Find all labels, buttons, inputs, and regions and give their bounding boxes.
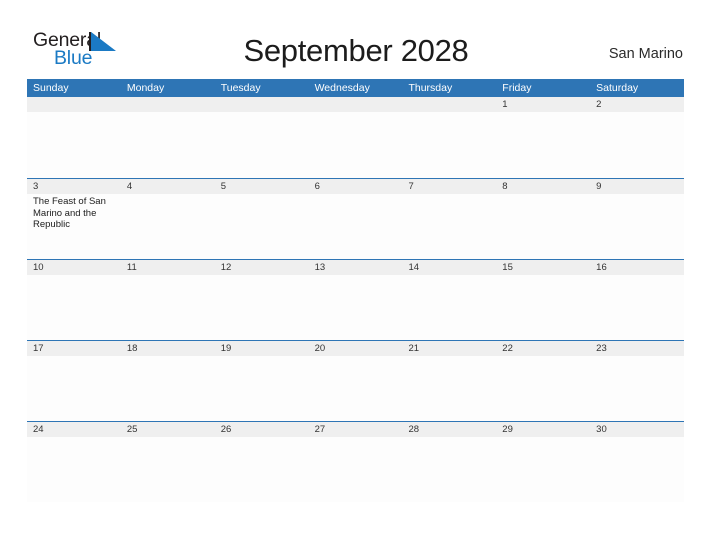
calendar-day-cell[interactable]: 28	[402, 422, 497, 502]
day-number: 11	[120, 260, 215, 275]
calendar-day-cell[interactable]: 4	[120, 179, 215, 259]
day-number: 15	[496, 260, 591, 275]
calendar-day-cell[interactable]: 16	[590, 260, 685, 340]
day-number: 1	[496, 97, 591, 112]
weekday-header-saturday: Saturday	[596, 82, 639, 94]
calendar-page: General Blue September 2028 San Marino S…	[0, 0, 712, 550]
day-number: 13	[308, 260, 403, 275]
calendar-day-cell[interactable]: 18	[120, 341, 215, 421]
calendar-day-cell[interactable]: 27	[308, 422, 403, 502]
calendar-day-cell[interactable]: 8	[496, 179, 591, 259]
region-label: San Marino	[608, 46, 683, 62]
page-title: September 2028	[243, 33, 469, 68]
calendar-day-cell[interactable]: 3 The Feast of San Marino and the Republi…	[27, 179, 121, 259]
weekday-header-tuesday: Tuesday	[220, 82, 261, 94]
day-number: 26	[214, 422, 309, 437]
calendar-day-cell[interactable]: 13	[308, 260, 403, 340]
day-number: 29	[496, 422, 591, 437]
calendar-day-cell[interactable]: 5	[214, 179, 309, 259]
calendar-day-cell[interactable]: 15	[496, 260, 591, 340]
calendar-day-cell[interactable]: 30	[590, 422, 685, 502]
calendar-week-row: 3 The Feast of San Marino and the Republi…	[27, 178, 685, 259]
day-number	[27, 97, 121, 112]
calendar-weeks: 1 2 3 The Feast of San Marino and the Repub…	[27, 97, 685, 502]
calendar-day-cell[interactable]: 26	[214, 422, 309, 502]
calendar-day-cell-empty	[214, 97, 309, 178]
day-number: 9	[590, 179, 685, 194]
calendar-day-cell[interactable]: 24	[27, 422, 121, 502]
day-number: 27	[308, 422, 403, 437]
day-number: 14	[402, 260, 497, 275]
day-number	[214, 97, 309, 112]
calendar-day-cell-empty	[120, 97, 215, 178]
day-number: 25	[120, 422, 215, 437]
calendar-day-cell[interactable]: 14	[402, 260, 497, 340]
day-number: 22	[496, 341, 591, 356]
day-number: 7	[402, 179, 497, 194]
weekday-header-thursday: Thursday	[408, 82, 453, 94]
calendar-grid: Sunday Monday Tuesday Wednesday Thursday…	[27, 79, 685, 502]
calendar-day-cell[interactable]: 7	[402, 179, 497, 259]
day-number: 6	[308, 179, 403, 194]
weekday-header-wednesday: Wednesday	[314, 82, 370, 94]
calendar-day-cell[interactable]: 21	[402, 341, 497, 421]
calendar-day-cell[interactable]: 19	[214, 341, 309, 421]
calendar-day-cell-empty	[27, 97, 121, 178]
day-number	[120, 97, 215, 112]
calendar-week-row: 17 18 19 20 21 22 23	[27, 340, 685, 421]
day-number: 10	[27, 260, 121, 275]
calendar-week-row: 10 11 12 13 14 15 16	[27, 259, 685, 340]
weekday-header-friday: Friday	[502, 82, 532, 94]
weekday-header-row: Sunday Monday Tuesday Wednesday Thursday…	[27, 79, 684, 97]
day-number: 24	[27, 422, 121, 437]
weekday-header-sunday: Sunday	[33, 82, 69, 94]
calendar-day-cell[interactable]: 2	[590, 97, 685, 178]
calendar-day-cell-empty	[402, 97, 497, 178]
calendar-day-cell[interactable]: 12	[214, 260, 309, 340]
day-number: 28	[402, 422, 497, 437]
calendar-day-cell[interactable]: 1	[496, 97, 591, 178]
day-number: 3	[27, 179, 121, 194]
day-number: 21	[402, 341, 497, 356]
calendar-day-cell[interactable]: 23	[590, 341, 685, 421]
calendar-week-row: 12	[27, 97, 685, 178]
holiday-event-label: The Feast of San Marino and the Republic	[33, 196, 106, 231]
day-number: 8	[496, 179, 591, 194]
calendar-day-cell[interactable]: 11	[120, 260, 215, 340]
calendar-day-cell[interactable]: 25	[120, 422, 215, 502]
day-number: 19	[214, 341, 309, 356]
calendar-day-cell[interactable]: 9	[590, 179, 685, 259]
day-number: 30	[590, 422, 685, 437]
calendar-day-cell[interactable]: 6	[308, 179, 403, 259]
day-number: 17	[27, 341, 121, 356]
calendar-day-cell[interactable]: 29	[496, 422, 591, 502]
day-number: 4	[120, 179, 215, 194]
day-number: 12	[214, 260, 309, 275]
day-number: 20	[308, 341, 403, 356]
calendar-day-cell[interactable]: 20	[308, 341, 403, 421]
day-number: 23	[590, 341, 685, 356]
day-number	[402, 97, 497, 112]
day-number: 2	[590, 97, 685, 112]
day-number: 5	[214, 179, 309, 194]
calendar-day-cell[interactable]: 22	[496, 341, 591, 421]
page-header: General Blue September 2028 San Marino	[0, 0, 712, 78]
calendar-day-cell-empty	[308, 97, 403, 178]
calendar-day-cell[interactable]: 10	[27, 260, 121, 340]
weekday-header-monday: Monday	[126, 82, 165, 94]
calendar-day-cell[interactable]: 17	[27, 341, 121, 421]
day-number	[308, 97, 403, 112]
day-events: The Feast of San Marino and the Republic	[27, 194, 121, 231]
day-number: 18	[120, 341, 215, 356]
calendar-week-row: 24 25 26 27 28 29 30	[27, 421, 685, 502]
day-number: 16	[590, 260, 685, 275]
